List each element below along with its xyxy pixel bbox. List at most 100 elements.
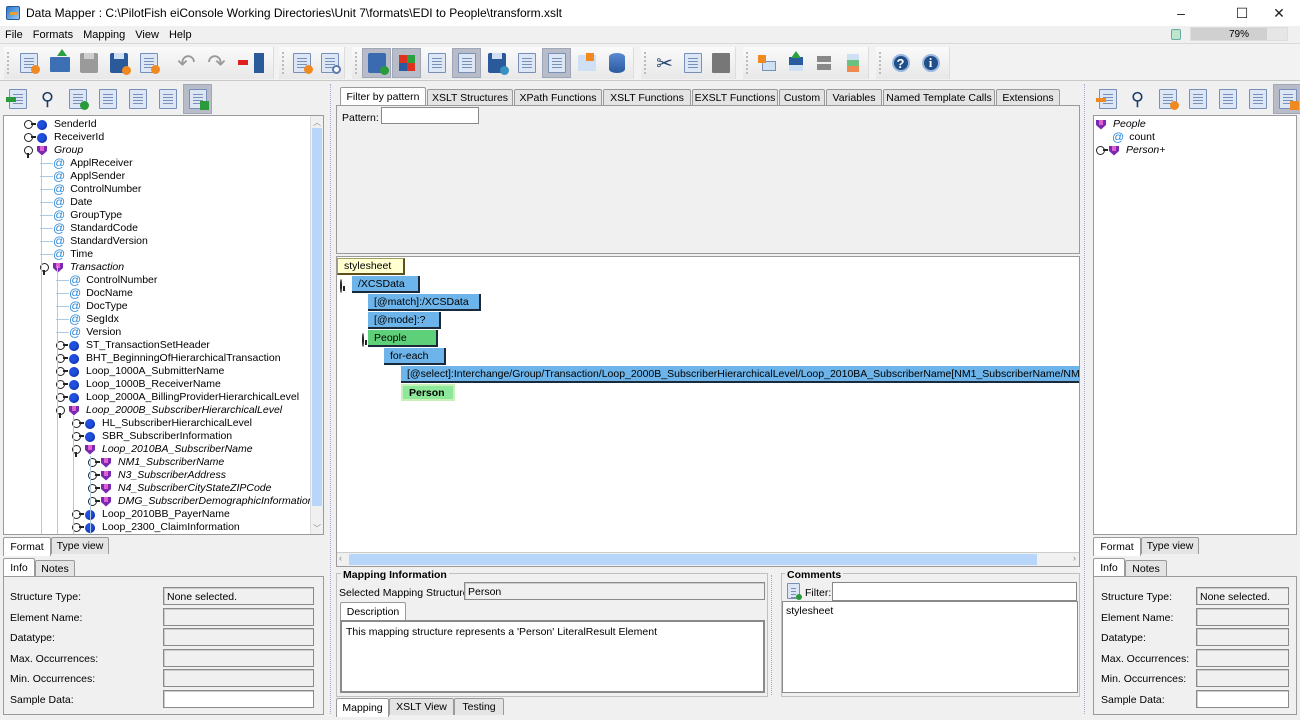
tree-item[interactable]: Transaction — [40, 261, 124, 275]
target-tree-view-toggle[interactable] — [1273, 84, 1300, 114]
menu-mapping[interactable]: Mapping — [78, 29, 130, 41]
mapping-node[interactable]: [@mode]:? — [368, 312, 441, 329]
mapping-node[interactable]: for-each — [384, 348, 446, 365]
tab-format[interactable]: Format — [3, 537, 51, 556]
target-edit-button[interactable] — [1243, 84, 1272, 114]
tree-item[interactable]: SenderId — [24, 118, 97, 131]
tree-item[interactable]: Loop_1000A_SubmitterName — [56, 365, 224, 378]
save-view-button[interactable] — [482, 48, 511, 78]
function-tab[interactable]: EXSLT Functions — [692, 89, 778, 106]
function-tab[interactable]: Filter by pattern — [340, 87, 426, 106]
database-button[interactable] — [602, 48, 631, 78]
tree-item[interactable]: Loop_2300_ClaimInformation — [72, 521, 240, 534]
target-tree-item[interactable]: Person+ — [1096, 144, 1165, 157]
target-tree-item[interactable]: @ count — [1112, 131, 1155, 144]
function-tab[interactable]: XPath Functions — [514, 89, 602, 106]
menu-formats[interactable]: Formats — [28, 29, 78, 41]
tree-item[interactable]: Loop_2010BB_PayerName — [72, 508, 230, 521]
source-tree-scrollbar[interactable]: ︿ ﹀ — [310, 116, 323, 534]
new-format-button[interactable] — [14, 48, 43, 78]
mapping-node[interactable]: People — [368, 330, 438, 347]
xslt-source-toggle[interactable] — [452, 48, 481, 78]
move-up-button[interactable] — [753, 48, 781, 78]
save-xslt-button[interactable] — [134, 48, 163, 78]
tree-item[interactable]: HL_SubscriberHierarchicalLevel — [72, 417, 252, 430]
target-tab-notes[interactable]: Notes — [1125, 560, 1167, 577]
import-format-button[interactable] — [3, 84, 32, 114]
about-button[interactable]: i — [916, 48, 945, 78]
scrollbar-thumb[interactable] — [312, 128, 322, 506]
tab-type-view[interactable]: Type view — [51, 537, 109, 554]
tree-item[interactable]: Loop_2000A_BillingProviderHierarchicalLe… — [56, 391, 299, 404]
tab-testing[interactable]: Testing — [454, 698, 504, 715]
menu-help[interactable]: Help — [164, 29, 197, 41]
target-preview-button[interactable] — [1213, 84, 1242, 114]
collapse-icon[interactable] — [24, 146, 33, 158]
open-format-button[interactable] — [44, 48, 73, 78]
target-find-button[interactable]: ⚲ — [1123, 84, 1152, 114]
color-view-toggle[interactable] — [392, 48, 421, 78]
mapping-node[interactable]: stylesheet — [337, 258, 405, 275]
tree-item[interactable]: @ Date — [40, 196, 92, 209]
mapping-node[interactable]: [@match]:/XCSData — [368, 294, 481, 311]
find-replace-button[interactable]: ⚲ — [33, 84, 62, 114]
add-element-button[interactable] — [63, 84, 92, 114]
cut-button[interactable]: ✂ — [651, 48, 678, 78]
tree-item[interactable]: @ Time — [40, 248, 93, 261]
preview-button[interactable] — [123, 84, 152, 114]
tree-view-toggle[interactable] — [183, 84, 212, 114]
tab-xslt-view[interactable]: XSLT View — [389, 698, 454, 715]
expand-icon[interactable] — [24, 133, 36, 142]
outline-button[interactable] — [512, 48, 541, 78]
tab-notes[interactable]: Notes — [35, 560, 75, 577]
tree-item[interactable]: Loop_2010BA_SubscriberName — [72, 443, 253, 457]
minimize-button[interactable]: – — [1158, 0, 1204, 26]
save-button[interactable] — [74, 48, 103, 78]
paste-button[interactable] — [707, 48, 734, 78]
tab-info[interactable]: Info — [3, 558, 35, 577]
target-import-button[interactable] — [1093, 84, 1122, 114]
comments-filter-input[interactable] — [832, 582, 1077, 601]
left-splitter[interactable] — [330, 84, 333, 714]
copy-button[interactable] — [679, 48, 706, 78]
tree-item[interactable]: Loop_2000B_SubscriberHierarchicalLevel — [56, 404, 282, 418]
tree-item[interactable]: Loop_1000B_ReceiverName — [56, 378, 221, 391]
undo-button[interactable]: ↶ — [172, 48, 201, 78]
target-element-list-button[interactable] — [1183, 84, 1212, 114]
tree-item[interactable]: @ DocName — [56, 287, 133, 300]
tab-mapping[interactable]: Mapping — [336, 698, 389, 717]
info-view-toggle[interactable] — [362, 48, 391, 78]
help-button[interactable]: ? — [886, 48, 915, 78]
collapse-icon[interactable] — [362, 333, 364, 347]
save-as-button[interactable] — [104, 48, 133, 78]
stack-button[interactable] — [839, 48, 867, 78]
function-tab[interactable]: Named Template Calls — [883, 89, 995, 106]
target-tab-info[interactable]: Info — [1093, 558, 1125, 577]
garbage-collect-icon[interactable] — [1171, 28, 1181, 40]
comment-item[interactable]: stylesheet — [786, 605, 1074, 617]
tree-item[interactable]: SBR_SubscriberInformation — [72, 430, 232, 443]
function-tab[interactable]: Custom — [779, 89, 825, 106]
pattern-input[interactable] — [381, 107, 479, 124]
menu-file[interactable]: File — [0, 29, 28, 41]
merge-button[interactable] — [811, 48, 839, 78]
mapping-node[interactable]: /XCSData — [352, 276, 420, 293]
element-list-button[interactable] — [93, 84, 122, 114]
tree-item[interactable]: @ DocType — [56, 300, 128, 313]
tree-item[interactable]: BHT_BeginningOfHierarchicalTransaction — [56, 352, 281, 365]
mapping-horizontal-scrollbar[interactable]: ‹ › — [337, 552, 1079, 566]
collapse-icon[interactable] — [340, 279, 342, 293]
function-tab[interactable]: Extensions — [996, 89, 1060, 106]
tree-item[interactable]: N4_SubscriberCityStateZIPCode — [88, 482, 272, 495]
tree-item[interactable]: NM1_SubscriberName — [88, 456, 224, 469]
mapping-node[interactable]: Person — [401, 384, 455, 401]
expand-icon[interactable] — [1096, 146, 1108, 155]
at-view-toggle[interactable] — [542, 48, 571, 78]
function-tab[interactable]: XSLT Structures — [427, 89, 513, 106]
function-tab[interactable]: Variables — [826, 89, 882, 106]
tree-item[interactable]: ReceiverId — [24, 131, 104, 144]
horizontal-scroll-thumb[interactable] — [349, 554, 1037, 565]
add-mapping-button[interactable] — [289, 48, 316, 78]
function-tab[interactable]: XSLT Functions — [603, 89, 691, 106]
close-button[interactable]: ✕ — [1256, 0, 1300, 26]
